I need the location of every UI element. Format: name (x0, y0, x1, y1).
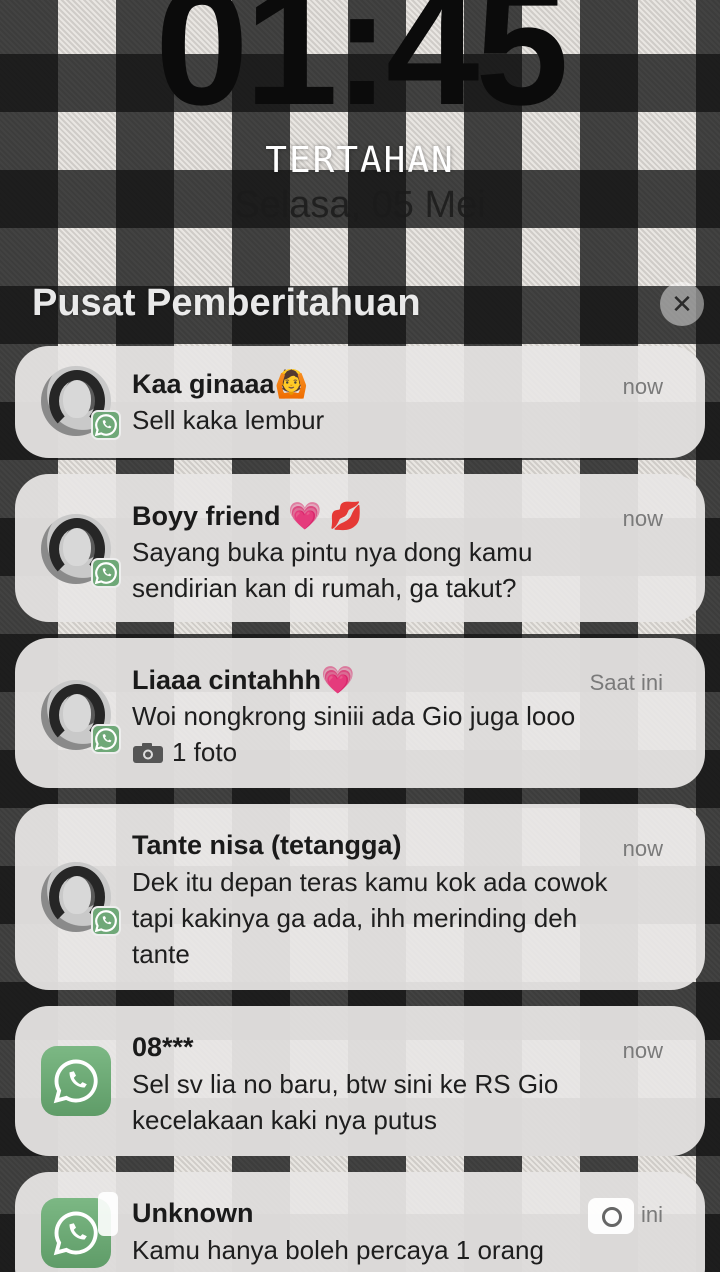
notification-message: Woi nongkrong siniii ada Gio juga looo 1… (132, 698, 642, 770)
lock-screen-clock: 01:45 (155, 0, 569, 140)
camera-shortcut-button[interactable] (588, 1198, 634, 1234)
notification-card[interactable]: Kaa ginaaa🙆 now Sell kaka lembur (15, 346, 705, 458)
notification-card[interactable]: 08*** now Sel sv lia no baru, btw sini k… (15, 1006, 705, 1156)
notification-message: Kamu hanya boleh percaya 1 orang (132, 1235, 544, 1265)
close-icon: ✕ (671, 289, 693, 319)
notification-time: now (622, 836, 663, 861)
whatsapp-app-icon (41, 1046, 111, 1116)
whatsapp-badge-icon (91, 724, 121, 754)
notification-sender: 08*** (132, 1032, 194, 1062)
notification-center-title: Pusat Pemberitahuan (32, 282, 421, 324)
notification-sender: Liaaa cintahhh💗 (132, 665, 355, 695)
whatsapp-badge-icon (91, 410, 121, 440)
lock-screen-date: Selasa, 05 Mei (234, 184, 486, 226)
notification-sender: Tante nisa (tetangga) (132, 830, 402, 860)
notification-time: ini (640, 1202, 663, 1227)
notification-message: Sel sv lia no baru, btw sini ke RS Gio k… (132, 1069, 559, 1135)
notification-sender: Boyy friend 💗 💋 (132, 501, 363, 531)
contact-avatar (41, 680, 121, 754)
photo-attachment-label: 1 foto (132, 734, 642, 770)
notification-message: Dek itu depan teras kamu kok ada cowok t… (132, 867, 608, 969)
whatsapp-badge-icon (91, 906, 121, 936)
contact-avatar (41, 366, 121, 440)
notification-card[interactable]: Tante nisa (tetangga) now Dek itu depan … (15, 804, 705, 990)
notification-time: now (622, 374, 663, 399)
whatsapp-badge-icon (91, 558, 121, 588)
contact-avatar (41, 514, 121, 588)
clear-notifications-button[interactable]: ✕ (660, 282, 704, 326)
notification-time: now (622, 1038, 663, 1063)
notification-message: Sell kaka lembur (132, 405, 325, 435)
notification-time: Saat ini (589, 670, 663, 695)
notification-message: Sayang buka pintu nya dong kamu sendiria… (132, 537, 533, 603)
notification-sender: Unknown (132, 1198, 254, 1228)
flashlight-button[interactable] (98, 1192, 118, 1236)
camera-icon (133, 743, 163, 763)
notification-card[interactable]: Boyy friend 💗 💋 now Sayang buka pintu ny… (15, 474, 705, 622)
contact-avatar (41, 862, 121, 936)
notification-sender: Kaa ginaaa🙆 (132, 369, 309, 399)
lock-status-text: TERTAHAN (265, 140, 455, 181)
notification-card[interactable]: Liaaa cintahhh💗 Saat ini Woi nongkrong s… (15, 638, 705, 788)
notification-time: now (622, 506, 663, 531)
